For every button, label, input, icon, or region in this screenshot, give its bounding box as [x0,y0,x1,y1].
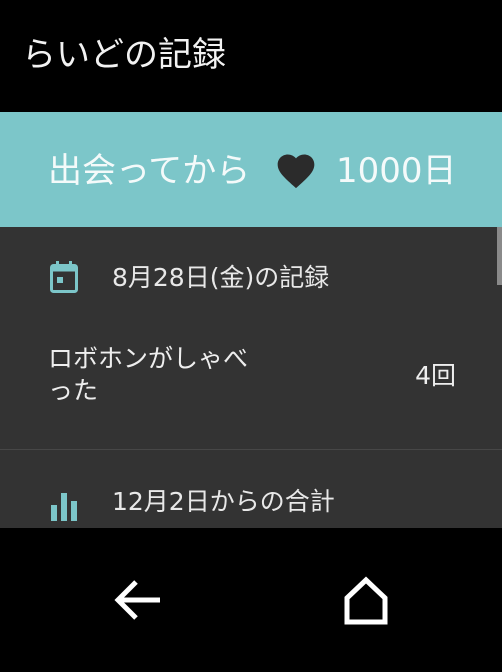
banner-text: 出会ってから [48,151,251,191]
app-title: らいどの記録 [22,35,226,75]
section-divider [0,449,502,450]
daily-record-label: 8月28日(金)の記録 [112,263,330,292]
days-since-meeting-banner: 出会ってから 1000日 [0,112,502,227]
days-count: 1000日 [336,151,457,191]
total-record-header: 12月2日からの合計 [0,485,502,525]
stat-row-robohon-spoke: ロボホンがしゃべった 4回 [0,343,502,423]
back-arrow-icon[interactable] [108,570,168,630]
total-record-label: 12月2日からの合計 [112,487,335,516]
stat-label: ロボホンがしゃべった [48,344,249,405]
heart-icon [277,154,315,189]
app-bar: らいどの記録 [0,0,502,112]
daily-record-header: 8月28日(金)の記録 [0,261,502,301]
home-icon[interactable] [336,570,396,630]
navigation-bar [0,528,502,672]
screen: らいどの記録 出会ってから 1000日 8月28日(金)の記録 ロボホンがしゃべ… [0,0,502,672]
records-list[interactable]: 8月28日(金)の記録 ロボホンがしゃべった 4回 12月2日からの合計 [0,227,502,528]
calendar-icon [50,261,78,293]
bar-chart-icon [51,493,77,521]
stat-value: 4回 [415,361,456,390]
